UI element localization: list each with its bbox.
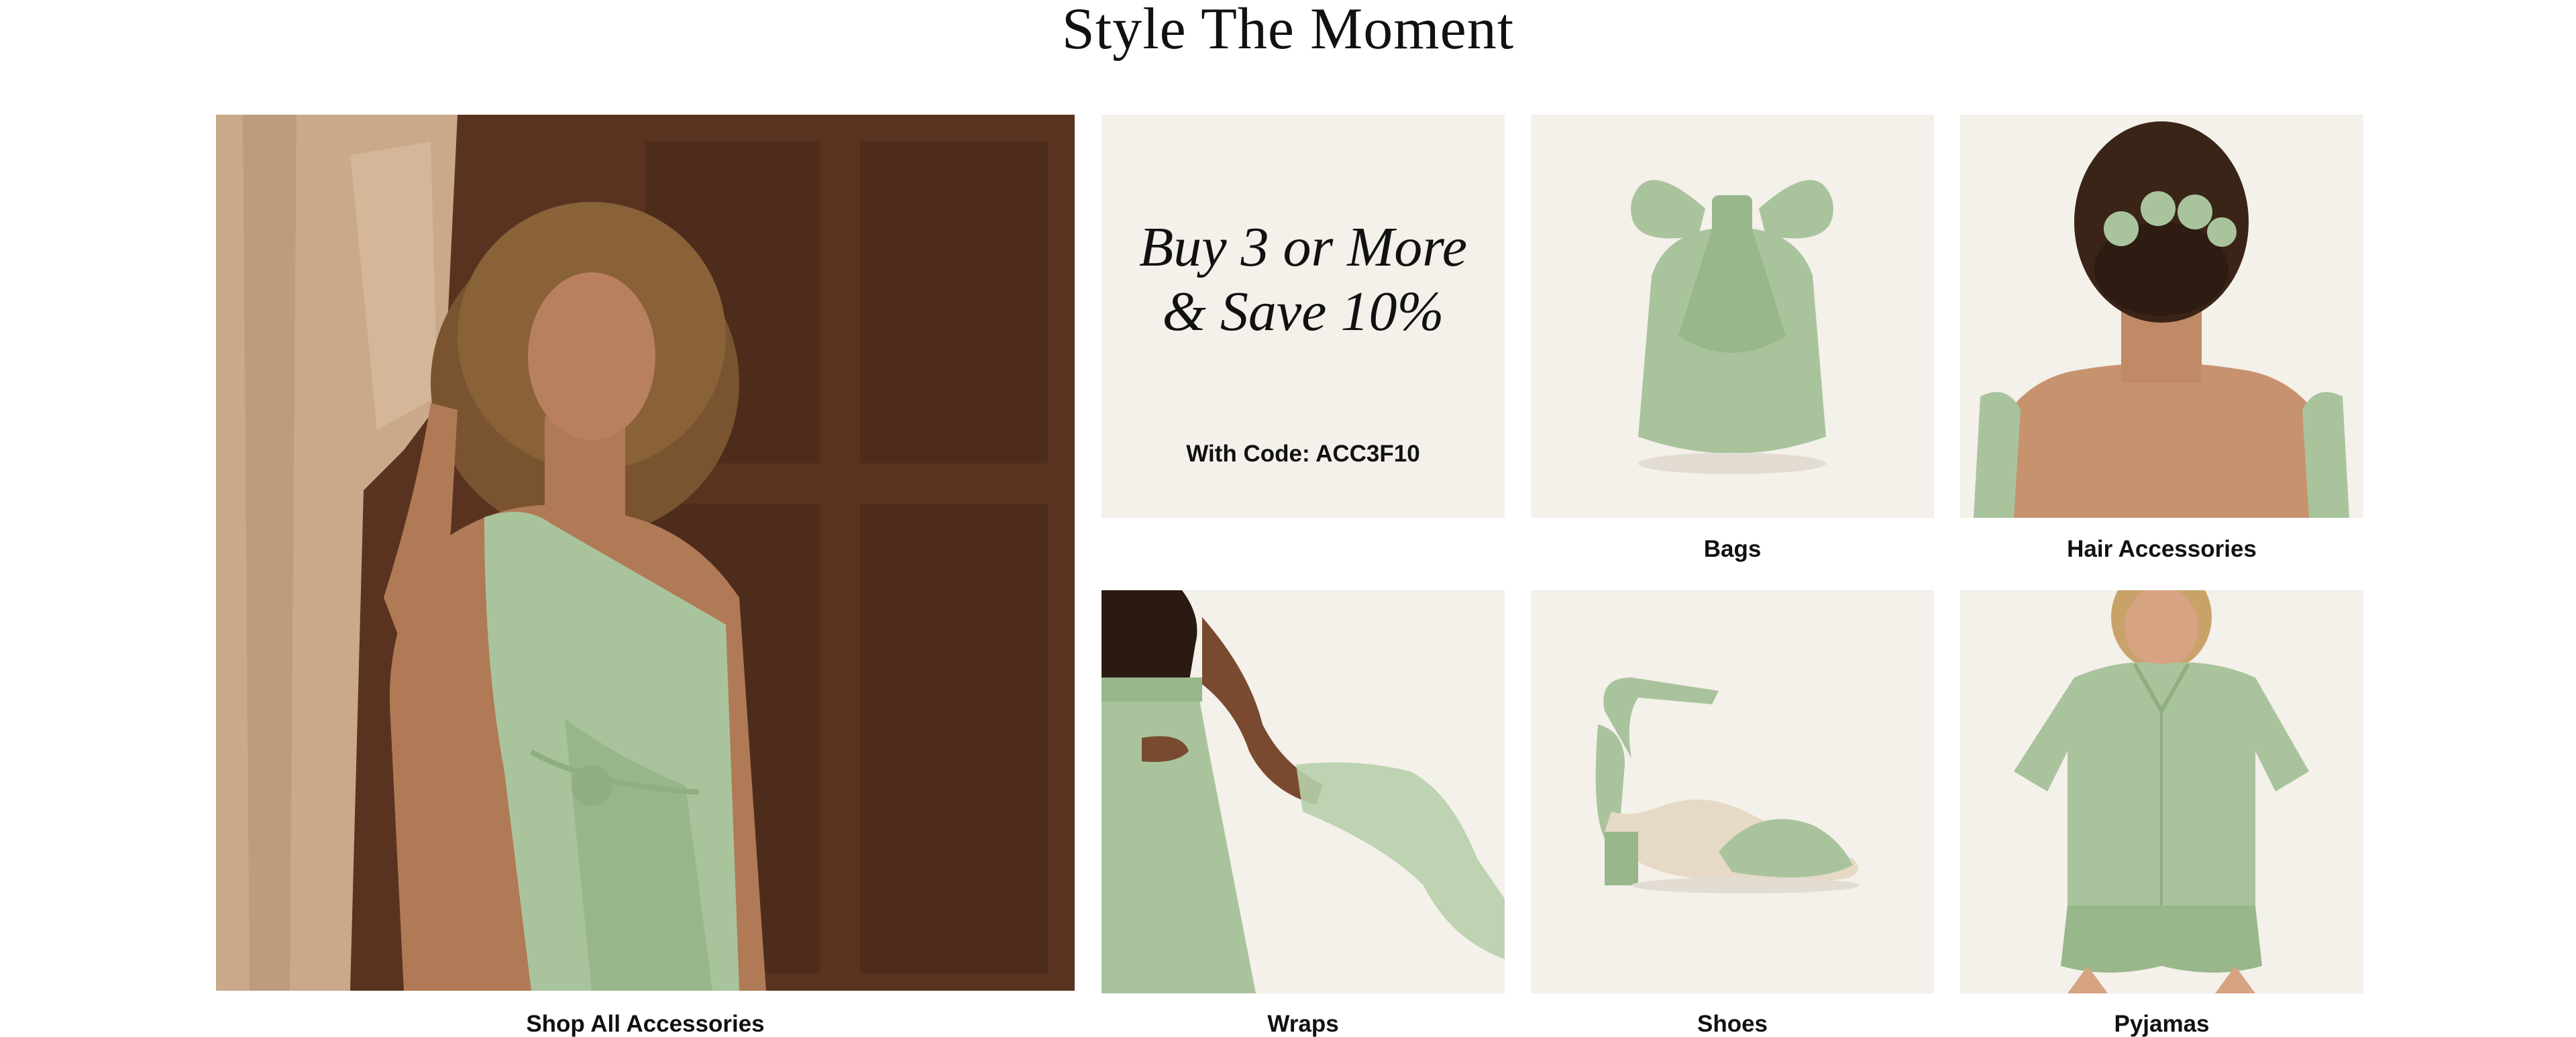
section-title: Style The Moment: [1061, 0, 1515, 62]
hair-accessory-image: [1960, 115, 2363, 518]
promo-headline-line2: & Save 10%: [1162, 280, 1444, 343]
shoes-link[interactable]: Shoes: [1531, 1011, 1934, 1037]
hair-accessories-link[interactable]: Hair Accessories: [1960, 536, 2363, 563]
hero-photo: [216, 115, 1075, 991]
wraps-link[interactable]: Wraps: [1102, 1011, 1505, 1037]
hero-image-link[interactable]: [216, 115, 1075, 991]
promo-code: With Code: ACC3F10: [1186, 441, 1420, 467]
shoe-product-image: [1531, 590, 1934, 993]
wrap-product-image: [1102, 590, 1505, 993]
bag-product-image: [1531, 115, 1934, 518]
hair-accessories-image-link[interactable]: [1960, 115, 2363, 518]
pyjamas-link[interactable]: Pyjamas: [1960, 1011, 2363, 1037]
wraps-image-link[interactable]: [1102, 590, 1505, 993]
pyjama-product-image: [1960, 590, 2363, 993]
promo-panel: Buy 3 or More & Save 10% With Code: ACC3…: [1102, 115, 1505, 518]
accessories-section: Style The Moment Shop All Accessories Bu…: [0, 0, 2576, 1037]
promo-headline-line1: Buy 3 or More: [1138, 216, 1468, 278]
bags-link[interactable]: Bags: [1531, 536, 1934, 563]
shop-all-accessories-link[interactable]: Shop All Accessories: [216, 1011, 1075, 1037]
pyjamas-image-link[interactable]: [1960, 590, 2363, 993]
shoes-image-link[interactable]: [1531, 590, 1934, 993]
bags-image-link[interactable]: [1531, 115, 1934, 518]
promo-headline: Buy 3 or More & Save 10%: [1102, 215, 1505, 344]
